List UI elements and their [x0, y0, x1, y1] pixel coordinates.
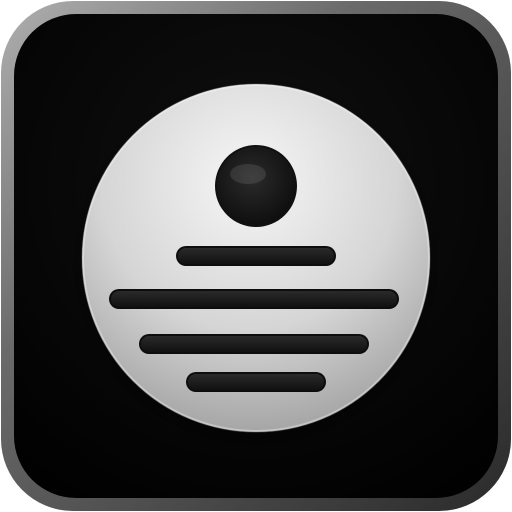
line-2 — [109, 289, 399, 309]
app-icon-graphic — [1, 1, 511, 511]
app-icon[interactable] — [0, 0, 512, 512]
dot-icon — [215, 145, 297, 227]
line-4 — [186, 372, 326, 392]
line-3 — [139, 334, 369, 354]
line-1 — [176, 246, 336, 266]
